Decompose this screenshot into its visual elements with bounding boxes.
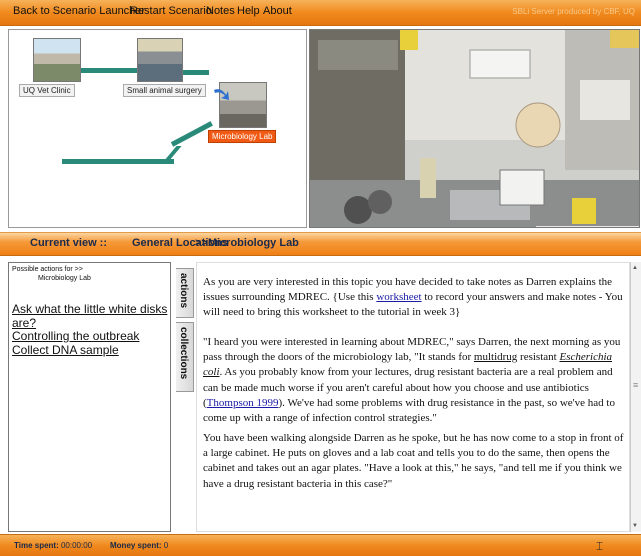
current-view-bar: Current view :: General Locations >>Micr… — [0, 232, 641, 256]
notes-menu[interactable]: Notes — [206, 5, 235, 17]
breadcrumb-current-location: >>Microbiology Lab — [195, 237, 299, 249]
actions-header: Possible actions for >> Microbiology Lab — [12, 265, 91, 283]
scene-photo — [309, 29, 640, 228]
time-spent-label: Time spent: — [14, 541, 59, 550]
scroll-up-icon[interactable]: ▲ — [632, 265, 638, 271]
money-spent: Money spent: 0 — [110, 541, 168, 550]
time-spent-value: 00:00:00 — [60, 541, 93, 550]
actions-header-line2: Microbiology Lab — [38, 275, 91, 282]
map-node-label: Microbiology Lab — [208, 130, 277, 143]
tab-collections[interactable]: collections — [176, 322, 194, 392]
tab-actions[interactable]: actions — [176, 268, 194, 318]
map-path — [170, 121, 213, 147]
story-paragraph-3: You have been walking alongside Darren a… — [203, 432, 624, 490]
actions-header-line1: Possible actions for >> — [12, 266, 83, 273]
scroll-down-icon[interactable]: ▼ — [632, 523, 638, 529]
story-text: resistant — [517, 351, 560, 364]
menu-bar: Back to Scenario Launcher Restart Scenar… — [0, 0, 641, 26]
map-path — [62, 159, 174, 164]
location-map: UQ Vet Clinic Small animal surgery Micro… — [8, 29, 307, 228]
map-path — [79, 68, 139, 73]
status-bar: Time spent: 00:00:00 Money spent: 0 ⌶ — [0, 534, 641, 556]
map-node-label: Small animal surgery — [123, 84, 206, 97]
worksheet-link[interactable]: worksheet — [376, 291, 421, 303]
vet-clinic-thumbnail — [33, 38, 81, 82]
story-paragraph-1: As you are very interested in this topic… — [203, 275, 627, 321]
lab-photo-image — [310, 30, 639, 227]
restart-scenario-menu[interactable]: Restart Scenario — [130, 5, 212, 17]
time-spent: Time spent: 00:00:00 — [14, 541, 92, 550]
resize-handle-icon[interactable]: ⌶ — [596, 539, 603, 554]
help-menu[interactable]: Help — [237, 5, 260, 17]
actions-list: Ask what the little white disks are? Con… — [12, 302, 170, 358]
thompson-reference-link[interactable]: Thompson 1999 — [207, 397, 279, 409]
story-paragraph-2: "I heard you were interested in learning… — [203, 335, 627, 426]
current-view-label: Current view :: — [30, 237, 108, 249]
multidrug-term: multidrug — [473, 351, 518, 364]
back-to-launcher-menu[interactable]: Back to Scenario Launcher — [13, 5, 145, 17]
action-link-dna-sample[interactable]: Collect DNA sample — [12, 343, 170, 358]
actions-panel: Possible actions for >> Microbiology Lab… — [8, 262, 171, 532]
story-panel: As you are very interested in this topic… — [196, 262, 630, 532]
action-link-white-disks[interactable]: Ask what the little white disks are? — [12, 302, 170, 330]
map-node-label: UQ Vet Clinic — [19, 84, 75, 97]
tab-collections-label: collections — [178, 327, 189, 380]
story-scrollbar[interactable]: ▲ ≡ ▼ — [630, 262, 641, 532]
action-link-outbreak[interactable]: Controlling the outbreak — [12, 329, 170, 344]
scene-area: UQ Vet Clinic Small animal surgery Micro… — [0, 26, 641, 232]
server-credit: SBLi Server produced by CBF, UQ — [512, 7, 635, 16]
about-menu[interactable]: About — [263, 5, 292, 17]
scroll-grip-icon[interactable]: ≡ — [633, 380, 638, 390]
money-spent-value: 0 — [163, 541, 169, 550]
tab-actions-label: actions — [178, 273, 189, 309]
surgery-thumbnail — [137, 38, 183, 82]
current-location-arrow-icon — [214, 89, 229, 100]
money-spent-label: Money spent: — [110, 541, 162, 550]
